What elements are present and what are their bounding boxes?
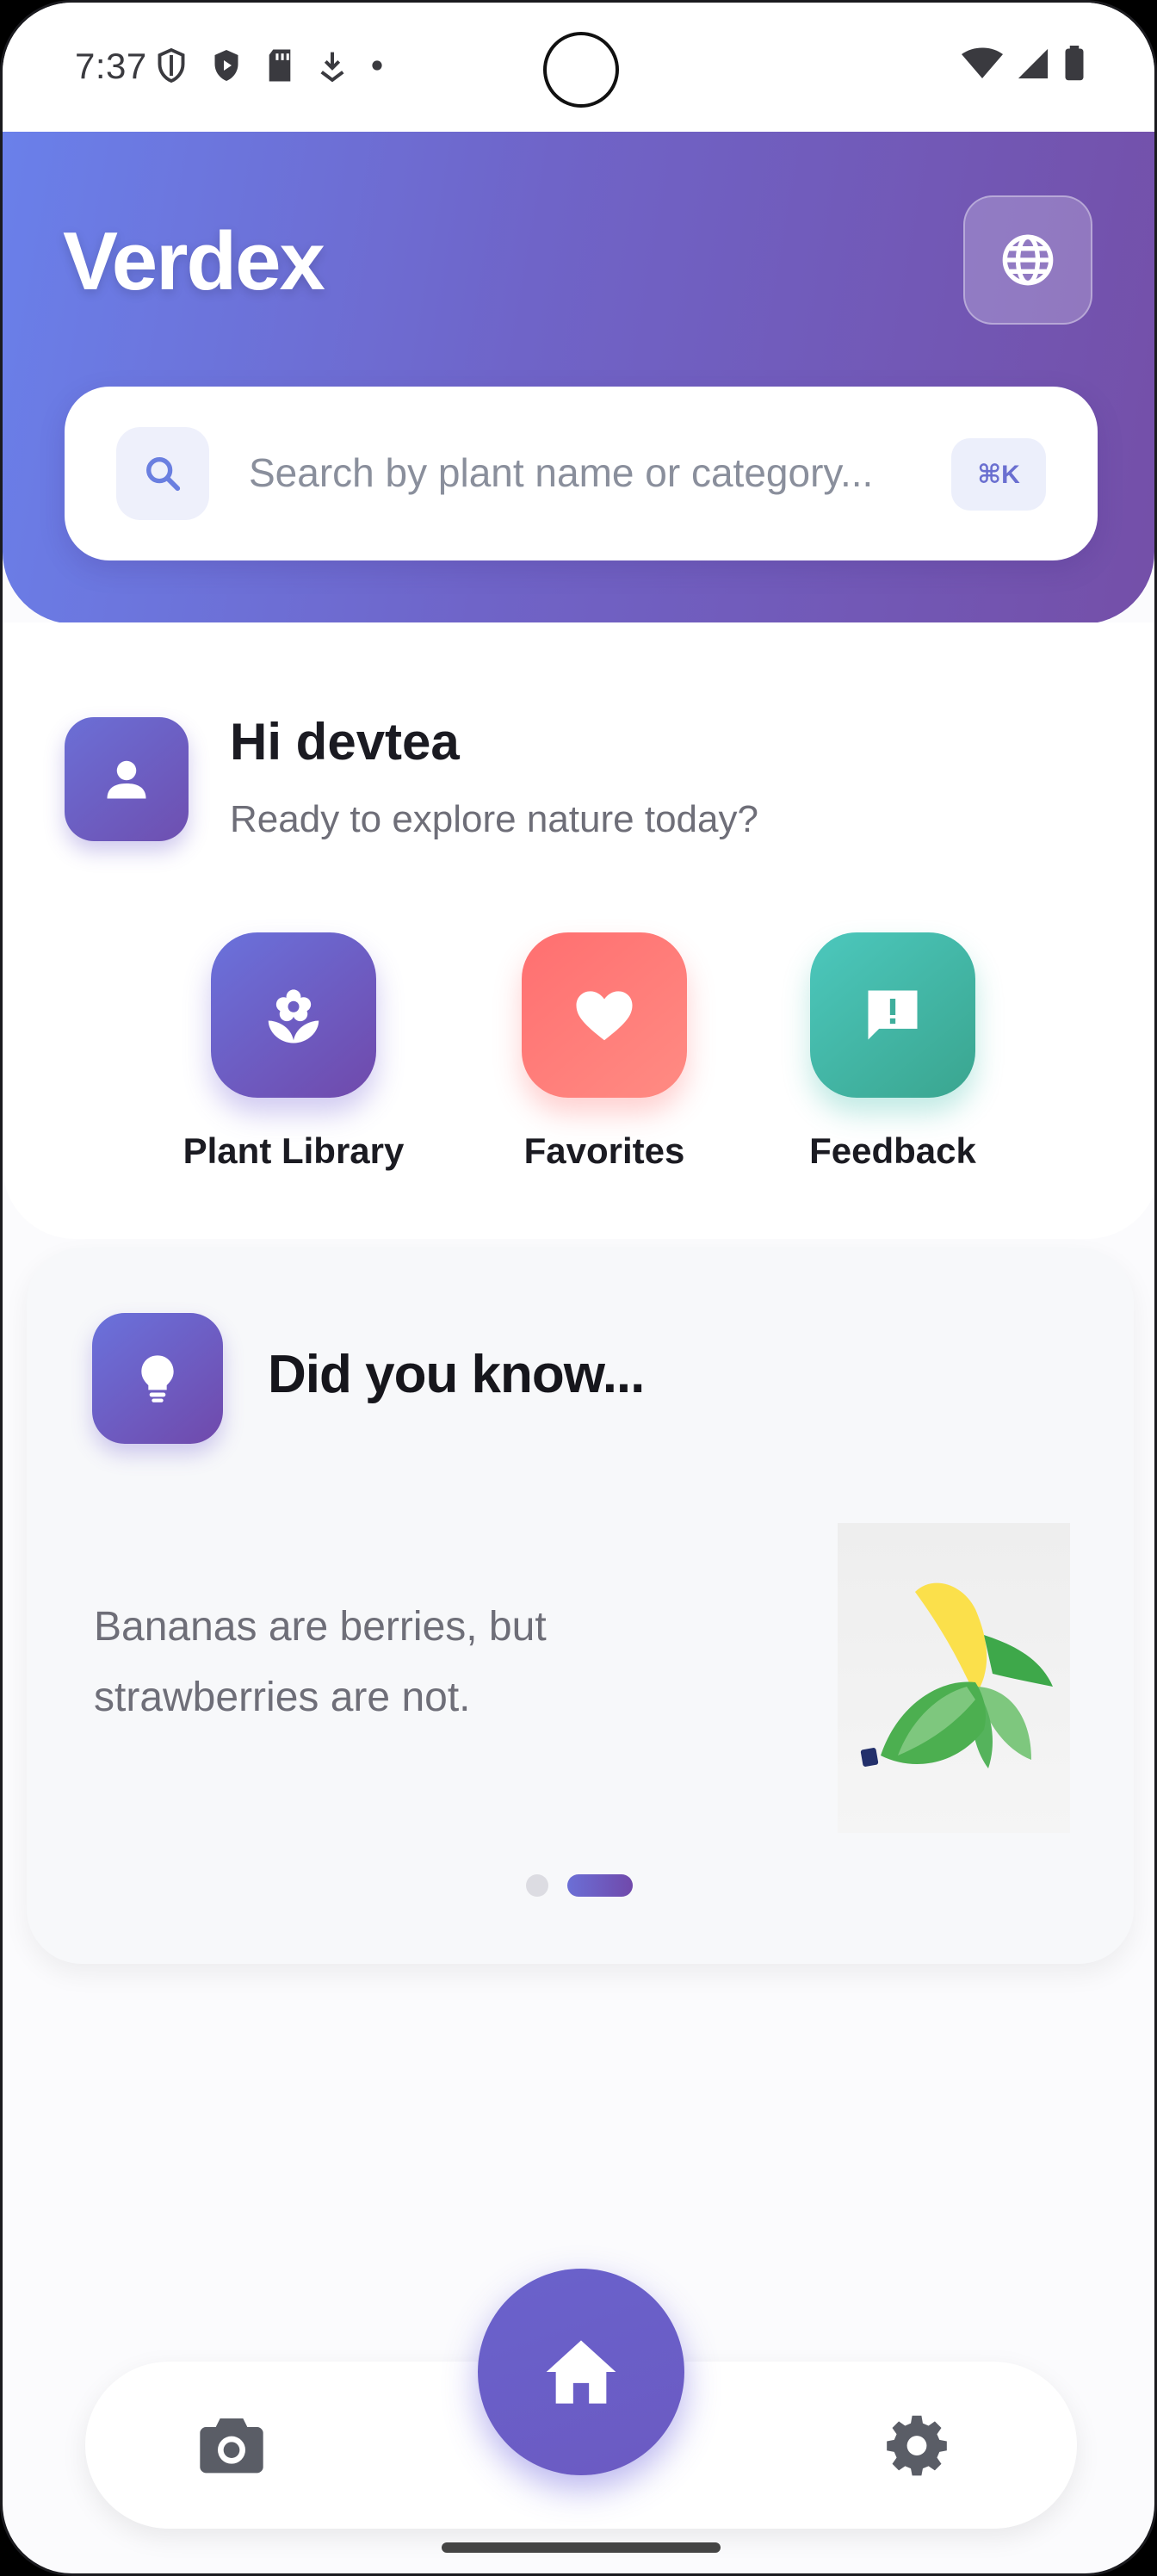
greeting-title: Hi devtea xyxy=(230,713,460,771)
avatar[interactable] xyxy=(65,717,189,841)
gesture-navigation-bar[interactable] xyxy=(442,2542,721,2553)
sd-card-icon xyxy=(269,49,291,82)
status-time: 7:37 xyxy=(75,46,147,86)
search-bar[interactable]: ⌘K xyxy=(65,387,1098,560)
camera-nav-button[interactable] xyxy=(197,2412,266,2481)
app-brand-title: Verdex xyxy=(63,215,325,307)
did-you-know-title: Did you know... xyxy=(268,1345,645,1404)
bulb-tile xyxy=(92,1313,223,1444)
shield-outline-icon xyxy=(158,47,185,84)
carousel-dot-active[interactable] xyxy=(567,1874,633,1897)
favorites-label: Favorites xyxy=(523,1130,685,1171)
front-camera xyxy=(543,32,619,108)
play-protect-icon xyxy=(214,50,238,81)
globe-icon xyxy=(1002,234,1054,286)
greeting-subtitle: Ready to explore nature today? xyxy=(230,798,758,840)
gear-icon xyxy=(887,2415,947,2476)
status-system-icons xyxy=(962,46,1086,82)
favorites-tile[interactable] xyxy=(522,932,687,1098)
carousel-dot[interactable] xyxy=(526,1874,548,1897)
banana-icon xyxy=(860,1582,1053,1768)
fact-text: Bananas are berries, but strawberries ar… xyxy=(94,1604,547,1720)
language-button[interactable] xyxy=(963,195,1092,325)
settings-nav-button[interactable] xyxy=(884,2412,950,2481)
greeting-card: Hi devtea Ready to explore nature today?… xyxy=(3,622,1154,1239)
carousel-pagination xyxy=(526,1874,633,1897)
plant-library-label: Plant Library xyxy=(183,1130,405,1171)
camera-icon xyxy=(200,2418,263,2474)
app-header: Verdex ⌘K xyxy=(3,132,1154,624)
flower-icon xyxy=(268,989,319,1043)
cellular-signal-icon xyxy=(1018,48,1049,79)
fact-image xyxy=(838,1523,1070,1833)
plant-library-button[interactable]: Plant Library xyxy=(166,932,421,1172)
search-icon-box xyxy=(116,427,209,520)
wifi-icon xyxy=(962,47,1003,78)
status-bar: 7:37 xyxy=(3,3,1154,132)
home-nav-button[interactable] xyxy=(478,2269,684,2475)
lightbulb-icon xyxy=(141,1355,174,1403)
home-icon xyxy=(546,2340,616,2404)
feedback-icon xyxy=(868,990,918,1040)
more-notifications-dot-icon xyxy=(372,60,382,71)
favorites-button[interactable]: Favorites xyxy=(492,932,717,1172)
status-notification-icons xyxy=(156,47,383,84)
battery-icon xyxy=(1065,46,1084,81)
heart-icon xyxy=(576,991,633,1041)
search-icon xyxy=(146,457,181,492)
plant-library-tile[interactable] xyxy=(211,932,376,1098)
did-you-know-card[interactable]: Did you know... Bananas are berries, but… xyxy=(27,1248,1134,1964)
feedback-label: Feedback xyxy=(809,1130,976,1171)
person-icon xyxy=(107,760,146,799)
feedback-button[interactable]: Feedback xyxy=(777,932,1008,1172)
device-screen: 7:37 Verdex Search by plant name or cate… xyxy=(0,0,1157,2576)
search-input[interactable] xyxy=(249,438,920,507)
feedback-tile[interactable] xyxy=(810,932,975,1098)
search-shortcut-badge: ⌘K xyxy=(951,438,1046,511)
download-icon xyxy=(320,52,344,83)
